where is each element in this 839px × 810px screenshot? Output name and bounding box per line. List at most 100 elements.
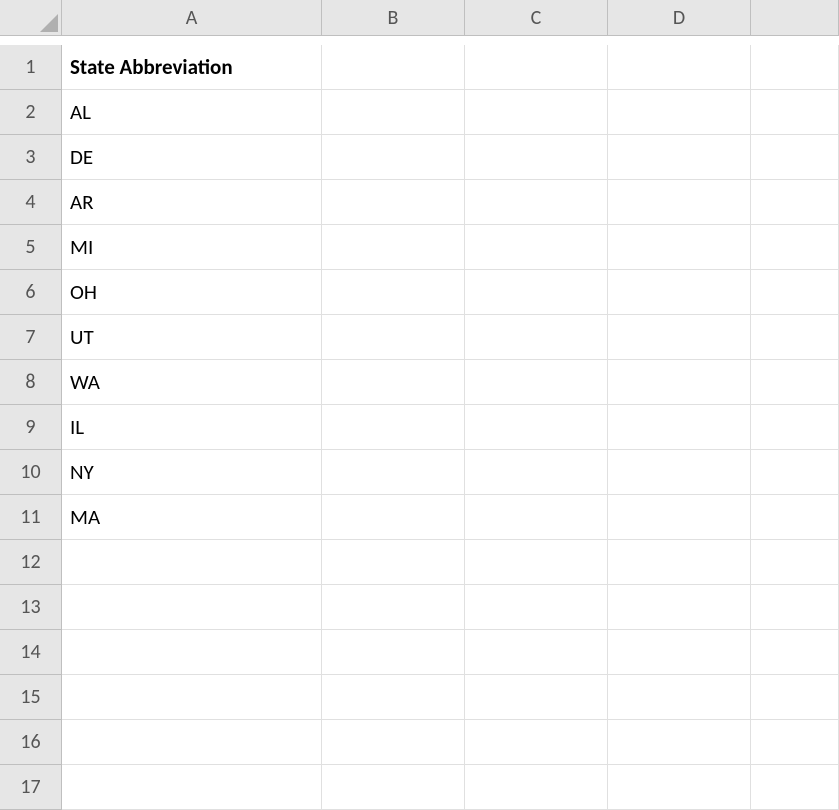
column-header-A[interactable]: A (62, 0, 322, 36)
cell-E11[interactable] (751, 495, 839, 540)
cell-A13[interactable] (62, 585, 322, 630)
cell-A12[interactable] (62, 540, 322, 585)
cell-E15[interactable] (751, 675, 839, 720)
cell-D6[interactable] (608, 270, 751, 315)
cell-D14[interactable] (608, 630, 751, 675)
cell-A9[interactable]: IL (62, 405, 322, 450)
row-header-2[interactable]: 2 (0, 90, 62, 135)
cell-D9[interactable] (608, 405, 751, 450)
cell-D4[interactable] (608, 180, 751, 225)
select-all-corner[interactable] (0, 0, 62, 36)
row-header-6[interactable]: 6 (0, 270, 62, 315)
cell-E16[interactable] (751, 720, 839, 765)
cell-E8[interactable] (751, 360, 839, 405)
row-header-11[interactable]: 11 (0, 495, 62, 540)
cell-E7[interactable] (751, 315, 839, 360)
cell-E2[interactable] (751, 90, 839, 135)
cell-B13[interactable] (322, 585, 465, 630)
row-header-4[interactable]: 4 (0, 180, 62, 225)
column-header-E[interactable] (751, 0, 839, 36)
cell-A4[interactable]: AR (62, 180, 322, 225)
cell-C17[interactable] (465, 765, 608, 810)
cell-D15[interactable] (608, 675, 751, 720)
cell-B1[interactable] (322, 45, 465, 90)
cell-C15[interactable] (465, 675, 608, 720)
cell-B14[interactable] (322, 630, 465, 675)
row-header-8[interactable]: 8 (0, 360, 62, 405)
row-header-10[interactable]: 10 (0, 450, 62, 495)
cell-C10[interactable] (465, 450, 608, 495)
cell-B9[interactable] (322, 405, 465, 450)
cell-C2[interactable] (465, 90, 608, 135)
cell-A8[interactable]: WA (62, 360, 322, 405)
cell-A16[interactable] (62, 720, 322, 765)
cell-C3[interactable] (465, 135, 608, 180)
cell-D1[interactable] (608, 45, 751, 90)
row-header-13[interactable]: 13 (0, 585, 62, 630)
cell-B12[interactable] (322, 540, 465, 585)
cell-B11[interactable] (322, 495, 465, 540)
cell-B3[interactable] (322, 135, 465, 180)
cell-D17[interactable] (608, 765, 751, 810)
cell-C6[interactable] (465, 270, 608, 315)
cell-C4[interactable] (465, 180, 608, 225)
cell-E4[interactable] (751, 180, 839, 225)
cell-C5[interactable] (465, 225, 608, 270)
cell-E6[interactable] (751, 270, 839, 315)
cell-A1[interactable]: State Abbreviation (62, 45, 322, 90)
cell-A10[interactable]: NY (62, 450, 322, 495)
column-header-D[interactable]: D (608, 0, 751, 36)
column-header-B[interactable]: B (322, 0, 465, 36)
cell-B10[interactable] (322, 450, 465, 495)
cell-D8[interactable] (608, 360, 751, 405)
row-header-5[interactable]: 5 (0, 225, 62, 270)
cell-C8[interactable] (465, 360, 608, 405)
cell-B8[interactable] (322, 360, 465, 405)
cell-B4[interactable] (322, 180, 465, 225)
cell-E9[interactable] (751, 405, 839, 450)
cell-C16[interactable] (465, 720, 608, 765)
cell-B15[interactable] (322, 675, 465, 720)
row-header-12[interactable]: 12 (0, 540, 62, 585)
cell-C14[interactable] (465, 630, 608, 675)
cell-D12[interactable] (608, 540, 751, 585)
row-header-17[interactable]: 17 (0, 765, 62, 810)
cell-D13[interactable] (608, 585, 751, 630)
cell-E14[interactable] (751, 630, 839, 675)
cell-B5[interactable] (322, 225, 465, 270)
cell-B7[interactable] (322, 315, 465, 360)
cell-C1[interactable] (465, 45, 608, 90)
cell-E10[interactable] (751, 450, 839, 495)
row-header-7[interactable]: 7 (0, 315, 62, 360)
cell-C12[interactable] (465, 540, 608, 585)
cell-C9[interactable] (465, 405, 608, 450)
row-header-1[interactable]: 1 (0, 45, 62, 90)
cell-A14[interactable] (62, 630, 322, 675)
cell-A17[interactable] (62, 765, 322, 810)
cell-E17[interactable] (751, 765, 839, 810)
column-header-C[interactable]: C (465, 0, 608, 36)
cell-C7[interactable] (465, 315, 608, 360)
cell-B17[interactable] (322, 765, 465, 810)
cell-B16[interactable] (322, 720, 465, 765)
cell-E12[interactable] (751, 540, 839, 585)
row-header-9[interactable]: 9 (0, 405, 62, 450)
cell-D5[interactable] (608, 225, 751, 270)
cell-E3[interactable] (751, 135, 839, 180)
cell-C11[interactable] (465, 495, 608, 540)
row-header-14[interactable]: 14 (0, 630, 62, 675)
cell-B6[interactable] (322, 270, 465, 315)
row-header-15[interactable]: 15 (0, 675, 62, 720)
cell-C13[interactable] (465, 585, 608, 630)
cell-A15[interactable] (62, 675, 322, 720)
cell-B2[interactable] (322, 90, 465, 135)
cell-D2[interactable] (608, 90, 751, 135)
cell-D7[interactable] (608, 315, 751, 360)
row-header-3[interactable]: 3 (0, 135, 62, 180)
cell-D11[interactable] (608, 495, 751, 540)
cell-D16[interactable] (608, 720, 751, 765)
cell-A3[interactable]: DE (62, 135, 322, 180)
cell-A2[interactable]: AL (62, 90, 322, 135)
cell-E13[interactable] (751, 585, 839, 630)
cell-A5[interactable]: MI (62, 225, 322, 270)
